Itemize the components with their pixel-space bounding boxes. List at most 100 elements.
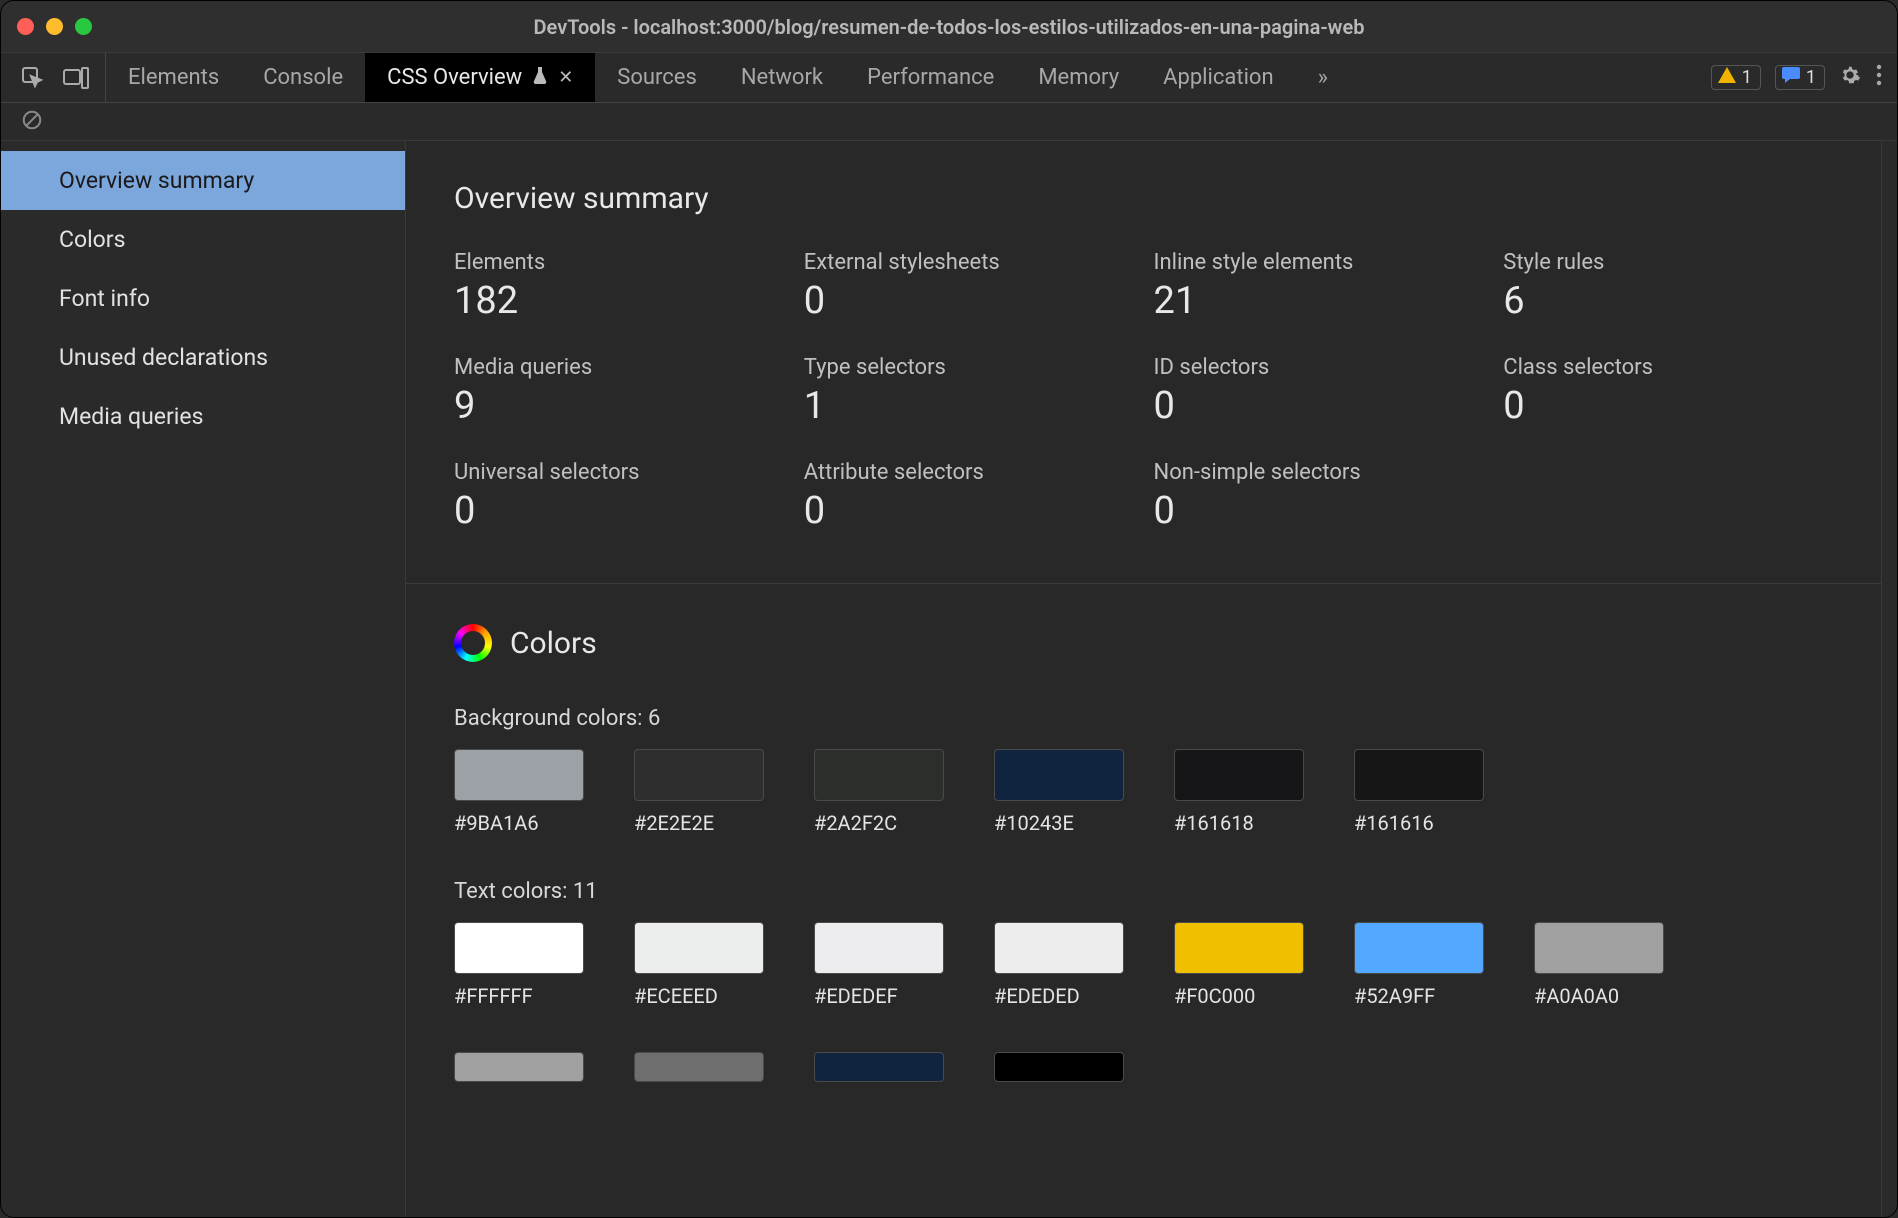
overview-summary-section: Overview summary Elements182External sty… (406, 141, 1881, 584)
stat-value: 21 (1154, 279, 1484, 323)
tab-more[interactable]: » (1296, 53, 1350, 102)
stat-value: 0 (1154, 384, 1484, 428)
stat-label: Style rules (1503, 250, 1833, 275)
device-toolbar-icon[interactable] (63, 67, 89, 89)
swatch-label: #161618 (1174, 811, 1304, 835)
color-swatch[interactable] (1174, 922, 1304, 974)
color-swatch[interactable] (454, 922, 584, 974)
stat-value: 0 (454, 489, 784, 533)
background-colors-title: Background colors: 6 (454, 706, 1833, 731)
tabstrip-inspect-icons (1, 53, 106, 102)
main-content[interactable]: Overview summary Elements182External sty… (406, 141, 1881, 1217)
swatch-label: #A0A0A0 (1534, 984, 1664, 1008)
titlebar: DevTools - localhost:3000/blog/resumen-d… (1, 1, 1897, 53)
stat-value: 9 (454, 384, 784, 428)
stat-label: Inline style elements (1154, 250, 1484, 275)
stat-label: Elements (454, 250, 784, 275)
color-swatch[interactable] (994, 749, 1124, 801)
swatch-item[interactable]: #FFFFFF (454, 922, 584, 1008)
swatch-item[interactable]: #F0C000 (1174, 922, 1304, 1008)
swatch-item[interactable]: #EDEDED (994, 922, 1124, 1008)
tab-console[interactable]: Console (241, 53, 365, 102)
tab-elements[interactable]: Elements (106, 53, 241, 102)
swatch-item[interactable]: #10243E (994, 749, 1124, 835)
swatch-label: #FFFFFF (454, 984, 584, 1008)
experiment-icon (532, 65, 548, 90)
color-swatch[interactable] (814, 749, 944, 801)
sidebar-item-unused-declarations[interactable]: Unused declarations (1, 328, 405, 387)
stat-cell: Non-simple selectors0 (1154, 460, 1484, 533)
color-swatch[interactable] (1354, 922, 1484, 974)
color-swatch[interactable] (1534, 922, 1664, 974)
stat-label: ID selectors (1154, 355, 1484, 380)
stat-cell: Type selectors1 (804, 355, 1134, 428)
swatch-label: #52A9FF (1354, 984, 1484, 1008)
color-swatch[interactable] (634, 749, 764, 801)
inspect-element-icon[interactable] (21, 66, 45, 90)
messages-badge[interactable]: 1 (1775, 65, 1825, 90)
overview-heading: Overview summary (454, 181, 1833, 216)
color-swatch[interactable] (814, 922, 944, 974)
swatch-label: #ECEEED (634, 984, 764, 1008)
main-tabstrip: Elements Console CSS Overview ✕ Sources … (1, 53, 1897, 103)
tab-network[interactable]: Network (719, 53, 845, 102)
swatch-label: #F0C000 (1174, 984, 1304, 1008)
stat-cell: Attribute selectors 0 (804, 460, 1134, 533)
settings-icon[interactable] (1839, 64, 1861, 92)
sidebar: Overview summary Colors Font info Unused… (1, 141, 406, 1217)
color-swatch[interactable] (994, 1052, 1124, 1082)
color-swatch[interactable] (1354, 749, 1484, 801)
color-swatch[interactable] (634, 922, 764, 974)
stat-value: 0 (804, 489, 1134, 533)
color-swatch[interactable] (814, 1052, 944, 1082)
sidebar-item-overview-summary[interactable]: Overview summary (1, 151, 405, 210)
warning-icon (1718, 67, 1736, 88)
window-controls (17, 18, 92, 35)
swatch-label: #EDEDED (994, 984, 1124, 1008)
stat-label: Attribute selectors (804, 460, 1134, 485)
color-swatch[interactable] (454, 1052, 584, 1082)
swatch-item[interactable]: #2E2E2E (634, 749, 764, 835)
colors-heading: Colors (454, 624, 1833, 662)
clear-icon[interactable] (21, 109, 43, 135)
window-title: DevTools - localhost:3000/blog/resumen-d… (1, 15, 1897, 39)
more-options-icon[interactable] (1875, 64, 1883, 92)
swatch-label: #EDEDEF (814, 984, 944, 1008)
text-swatch-row-extra (454, 1052, 1833, 1092)
swatch-item[interactable]: #A0A0A0 (1534, 922, 1664, 1008)
minimize-window-button[interactable] (46, 18, 63, 35)
swatch-item[interactable] (634, 1052, 764, 1092)
sidebar-item-colors[interactable]: Colors (1, 210, 405, 269)
tab-css-overview[interactable]: CSS Overview ✕ (365, 53, 595, 102)
color-swatch[interactable] (1174, 749, 1304, 801)
color-swatch[interactable] (994, 922, 1124, 974)
swatch-item[interactable]: #161616 (1354, 749, 1484, 835)
devtools-window: DevTools - localhost:3000/blog/resumen-d… (0, 0, 1898, 1218)
swatch-item[interactable] (814, 1052, 944, 1092)
close-tab-icon[interactable]: ✕ (558, 67, 573, 88)
stat-cell: ID selectors 0 (1154, 355, 1484, 428)
sidebar-item-font-info[interactable]: Font info (1, 269, 405, 328)
tab-sources[interactable]: Sources (595, 53, 719, 102)
panel-body: Overview summary Colors Font info Unused… (1, 141, 1897, 1217)
swatch-item[interactable]: #2A2F2C (814, 749, 944, 835)
color-swatch[interactable] (454, 749, 584, 801)
swatch-item[interactable]: #EDEDEF (814, 922, 944, 1008)
swatch-item[interactable]: #ECEEED (634, 922, 764, 1008)
warnings-badge[interactable]: 1 (1711, 65, 1761, 90)
close-window-button[interactable] (17, 18, 34, 35)
swatch-item[interactable]: #52A9FF (1354, 922, 1484, 1008)
tab-application[interactable]: Application (1141, 53, 1295, 102)
swatch-item[interactable]: #161618 (1174, 749, 1304, 835)
swatch-item[interactable]: #9BA1A6 (454, 749, 584, 835)
swatch-item[interactable] (454, 1052, 584, 1092)
maximize-window-button[interactable] (75, 18, 92, 35)
tab-performance[interactable]: Performance (845, 53, 1016, 102)
right-sliver (1881, 141, 1897, 1217)
warnings-count: 1 (1742, 67, 1752, 88)
swatch-item[interactable] (994, 1052, 1124, 1092)
swatch-label: #9BA1A6 (454, 811, 584, 835)
color-swatch[interactable] (634, 1052, 764, 1082)
sidebar-item-media-queries[interactable]: Media queries (1, 387, 405, 446)
tab-memory[interactable]: Memory (1016, 53, 1141, 102)
